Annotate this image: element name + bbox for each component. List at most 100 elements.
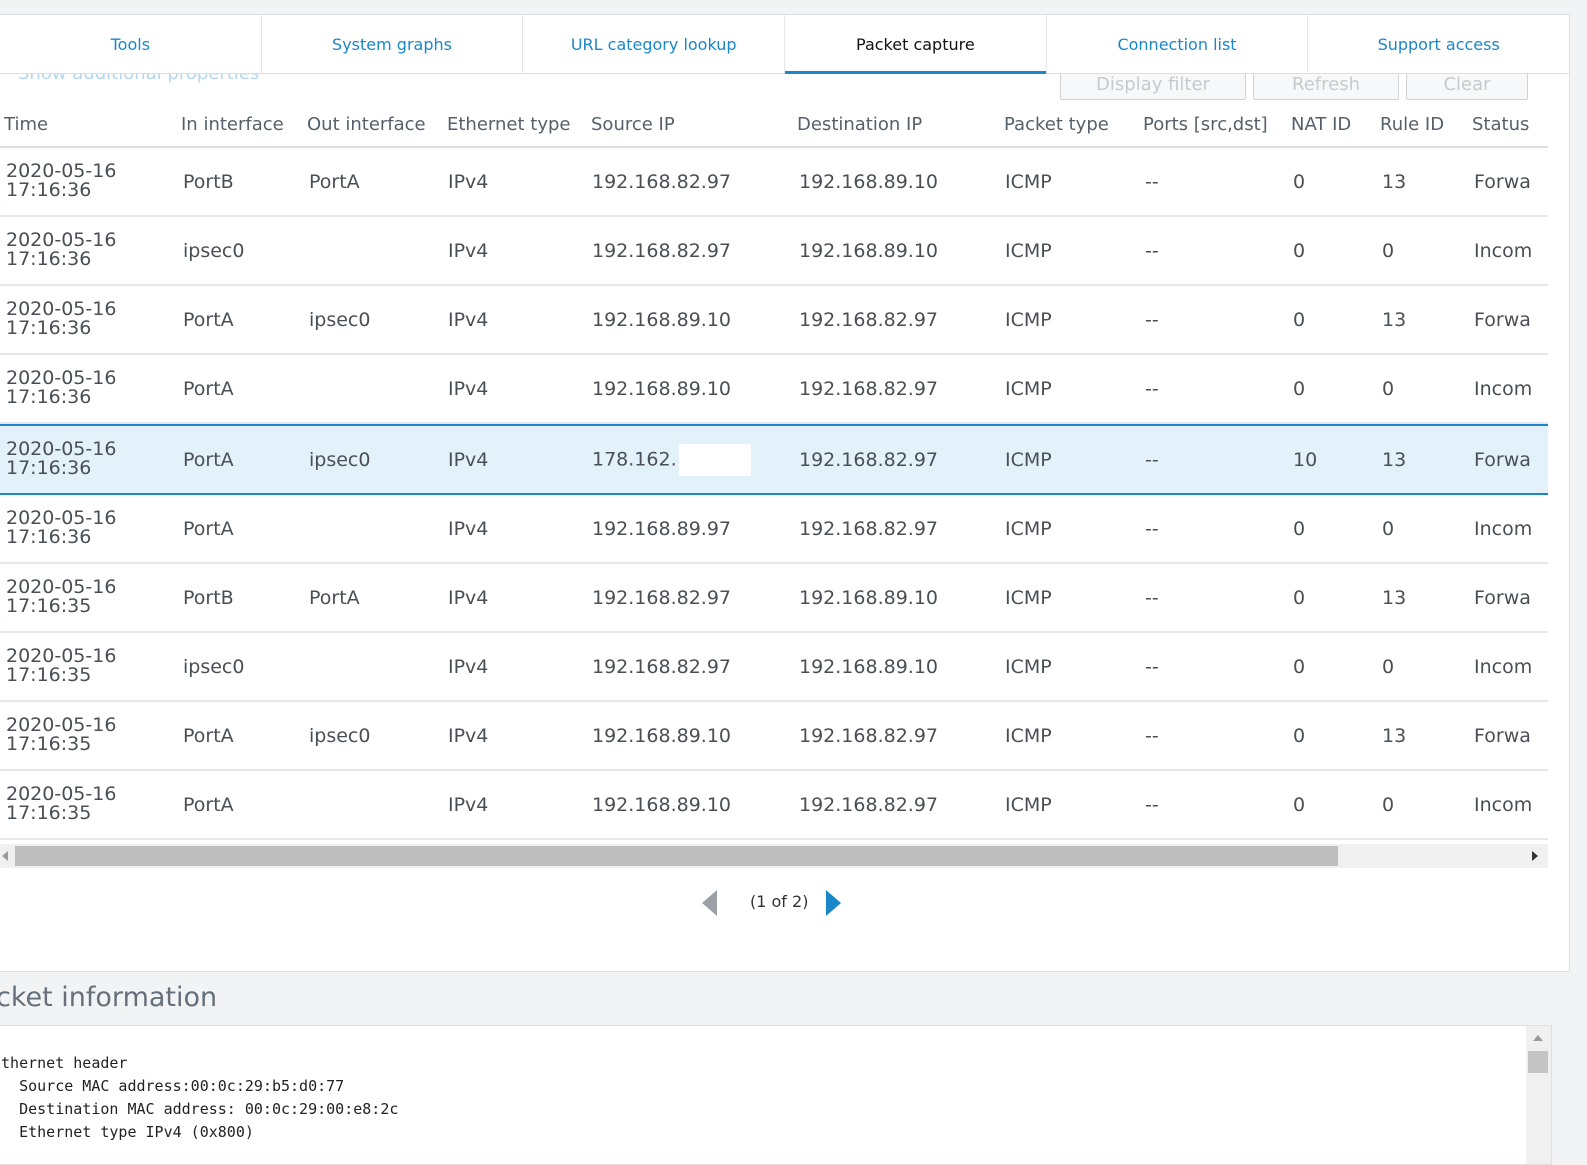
scrollbar-thumb[interactable] [15, 846, 1338, 866]
tab-tools[interactable]: Tools [0, 15, 262, 73]
ptype-cell: ICMP [1005, 586, 1052, 609]
dst-cell: 192.168.89.10 [799, 239, 939, 262]
pagination: (1 of 2) [0, 886, 1548, 922]
nat-cell: 0 [1293, 377, 1306, 400]
clear-button[interactable]: Clear [1406, 74, 1528, 100]
ptype-cell: ICMP [1005, 377, 1052, 400]
src-cell: 192.168.82.97 [592, 586, 732, 609]
table-row[interactable]: 2020-05-16 17:16:35 PortA ipsec0 IPv4 192.168… [0, 702, 1548, 771]
ptype-cell: ICMP [1005, 170, 1052, 193]
time-clock: 17:16:36 [6, 457, 92, 479]
scroll-up-arrow-icon[interactable] [1533, 1035, 1543, 1041]
src-cell: 178.162. [592, 443, 751, 476]
table-header: Time In interface Out interface Ethernet ty… [0, 108, 1548, 148]
column-header[interactable]: NAT ID [1291, 114, 1351, 135]
column-header[interactable]: Packet type [1004, 114, 1109, 135]
column-header[interactable]: Ports [src,dst] [1143, 114, 1268, 135]
column-header[interactable]: Source IP [591, 114, 675, 135]
previous-page-icon[interactable] [702, 890, 717, 916]
in-cell: PortA [183, 793, 234, 816]
in-cell: ipsec0 [183, 239, 245, 262]
scroll-right-arrow-icon[interactable] [1532, 851, 1538, 861]
time-cell: 2020-05-16 17:16:35 [6, 716, 116, 754]
time-clock: 17:16:35 [6, 802, 92, 824]
status-cell: Incom [1474, 793, 1533, 816]
tab-system-graphs[interactable]: System graphs [262, 15, 524, 73]
eth-cell: IPv4 [448, 377, 489, 400]
column-header[interactable]: Status [1472, 114, 1529, 135]
next-page-icon[interactable] [826, 890, 841, 916]
column-header[interactable]: Ethernet type [447, 114, 570, 135]
in-cell: PortA [183, 448, 234, 471]
table-row[interactable]: 2020-05-16 17:16:36 PortA ipsec0 IPv4 192.168… [0, 286, 1548, 355]
status-cell: Forwa [1474, 724, 1531, 747]
eth-cell: IPv4 [448, 448, 489, 471]
time-cell: 2020-05-16 17:16:36 [6, 300, 116, 338]
column-header[interactable]: Out interface [307, 114, 426, 135]
rule-cell: 13 [1382, 724, 1407, 747]
refresh-button[interactable]: Refresh [1253, 74, 1399, 100]
status-cell: Forwa [1474, 586, 1531, 609]
table-row[interactable]: 2020-05-16 17:16:36 PortA ipsec0 IPv4 178.162… [0, 424, 1548, 495]
packet-info-line: Ethernet type IPv4 (0x800) [0, 1123, 254, 1141]
vertical-scrollbar-thumb[interactable] [1528, 1051, 1548, 1073]
eth-cell: IPv4 [448, 517, 489, 540]
scroll-left-arrow-icon[interactable] [2, 851, 8, 861]
table-row[interactable]: 2020-05-16 17:16:36 PortB PortA IPv4 192.168.… [0, 148, 1548, 217]
src-cell: 192.168.89.97 [592, 517, 732, 540]
ptype-cell: ICMP [1005, 517, 1052, 540]
packet-information-box[interactable]: Ethernet header Source MAC address:00:0c… [0, 1025, 1552, 1165]
rule-cell: 0 [1382, 517, 1395, 540]
column-header[interactable]: Rule ID [1380, 114, 1444, 135]
column-header[interactable]: Destination IP [797, 114, 922, 135]
status-cell: Incom [1474, 239, 1533, 262]
horizontal-scrollbar[interactable] [0, 844, 1548, 868]
nat-cell: 0 [1293, 239, 1306, 262]
dst-cell: 192.168.89.10 [799, 170, 939, 193]
packet-information-text: Ethernet header Source MAC address:00:0c… [0, 1052, 398, 1144]
rule-cell: 0 [1382, 655, 1395, 678]
table-row[interactable]: 2020-05-16 17:16:35 PortB PortA IPv4 192.168.… [0, 564, 1548, 633]
out-cell: ipsec0 [309, 724, 371, 747]
dst-cell: 192.168.82.97 [799, 308, 939, 331]
tab-bar: Tools System graphs URL category lookup Pac… [0, 14, 1570, 74]
tab-support-access[interactable]: Support access [1308, 15, 1569, 73]
table-row[interactable]: 2020-05-16 17:16:36 ipsec0 IPv4 192.168.82.9… [0, 217, 1548, 286]
vertical-scrollbar[interactable] [1526, 1026, 1551, 1164]
src-cell: 192.168.82.97 [592, 655, 732, 678]
ptype-cell: ICMP [1005, 793, 1052, 816]
show-additional-properties-link[interactable]: Show additional properties [18, 74, 259, 84]
table-row[interactable]: 2020-05-16 17:16:35 ipsec0 IPv4 192.168.82.9… [0, 633, 1548, 702]
display-filter-button[interactable]: Display filter [1060, 74, 1246, 100]
in-cell: ipsec0 [183, 655, 245, 678]
ports-cell: -- [1145, 308, 1159, 331]
packet-info-line: Ethernet header [0, 1054, 128, 1072]
in-cell: PortA [183, 377, 234, 400]
column-header[interactable]: In interface [181, 114, 284, 135]
nat-cell: 0 [1293, 170, 1306, 193]
in-cell: PortB [183, 170, 234, 193]
ptype-cell: ICMP [1005, 308, 1052, 331]
out-cell: ipsec0 [309, 448, 371, 471]
nat-cell: 0 [1293, 517, 1306, 540]
table-row[interactable]: 2020-05-16 17:16:35 PortA IPv4 192.168.89.10… [0, 771, 1548, 840]
column-header[interactable]: Time [4, 114, 48, 135]
table-row[interactable]: 2020-05-16 17:16:36 PortA IPv4 192.168.89.97… [0, 495, 1548, 564]
ptype-cell: ICMP [1005, 448, 1052, 471]
nat-cell: 0 [1293, 793, 1306, 816]
dst-cell: 192.168.89.10 [799, 586, 939, 609]
status-cell: Forwa [1474, 170, 1531, 193]
tab-packet-capture[interactable]: Packet capture [785, 15, 1047, 74]
status-cell: Forwa [1474, 308, 1531, 331]
src-cell: 192.168.89.10 [592, 724, 732, 747]
packet-info-line: Source MAC address:00:0c:29:b5:d0:77 [0, 1077, 345, 1095]
eth-cell: IPv4 [448, 308, 489, 331]
ports-cell: -- [1145, 170, 1159, 193]
dst-cell: 192.168.82.97 [799, 517, 939, 540]
ports-cell: -- [1145, 724, 1159, 747]
time-clock: 17:16:36 [6, 386, 92, 408]
time-cell: 2020-05-16 17:16:36 [6, 509, 116, 547]
tab-connection-list[interactable]: Connection list [1047, 15, 1309, 73]
tab-url-category-lookup[interactable]: URL category lookup [523, 15, 786, 73]
table-row[interactable]: 2020-05-16 17:16:36 PortA IPv4 192.168.89.10… [0, 355, 1548, 424]
